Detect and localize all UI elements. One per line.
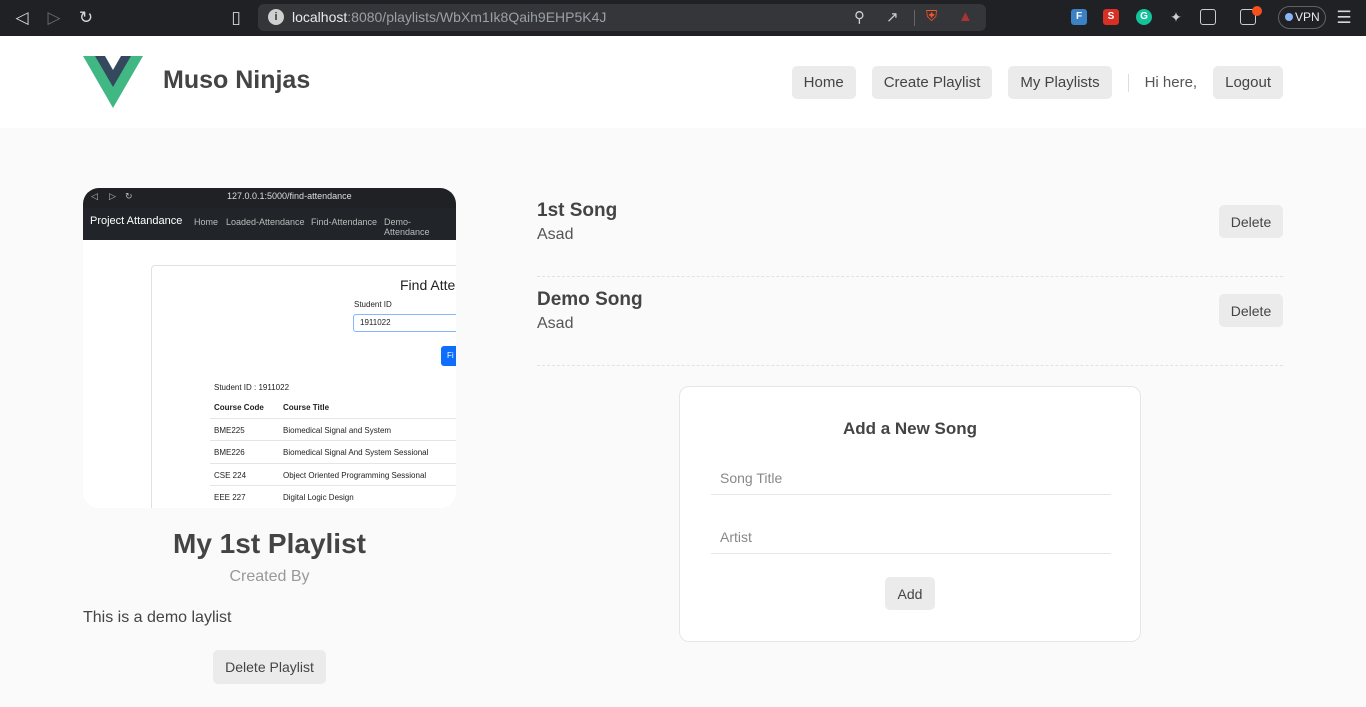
address-bar[interactable]: i localhost:8080/playlists/WbXm1Ik8Qaih9…	[258, 4, 986, 31]
cover-student-label: Student ID	[354, 300, 392, 309]
cover-cell: CSE 224	[214, 471, 247, 480]
cover-cell: EEE 227	[214, 493, 246, 502]
delete-song-button[interactable]: Delete	[1219, 294, 1283, 327]
cover-nav-item: Loaded-Attendance	[226, 217, 305, 227]
add-song-form: Add a New Song Add	[679, 386, 1141, 642]
song-list: 1st Song Asad Delete Demo Song Asad Dele…	[537, 188, 1283, 366]
extension-red-icon[interactable]: S	[1103, 9, 1119, 25]
cover-browser-bar: ◁ ▷ ↻ 127.0.0.1:5000/find-attendance	[83, 188, 456, 208]
cover-col-code: Course Code	[214, 403, 264, 412]
cover-nav-item: Find-Attendance	[311, 217, 378, 227]
vpn-button[interactable]: VPN	[1278, 6, 1326, 29]
bookmark-icon[interactable]: ▯	[226, 8, 246, 28]
delete-song-button[interactable]: Delete	[1219, 205, 1283, 238]
nav-my-playlists-button[interactable]: My Playlists	[1008, 66, 1112, 99]
notification-dot-icon	[1252, 6, 1262, 16]
cover-nav-item: Demo-Attendance	[384, 217, 430, 237]
cover-cell: Biomedical Signal And System Sessional	[283, 448, 429, 457]
extensions-puzzle-icon[interactable]: ✦	[1168, 9, 1184, 25]
cover-site-nav: Project Attandance Home Loaded-Attendanc…	[83, 208, 456, 240]
key-icon[interactable]: ⚲	[854, 8, 865, 26]
site-brand[interactable]: Muso Ninjas	[163, 66, 310, 95]
cover-find-button: Fi	[441, 346, 456, 366]
cover-cell: Biomedical Signal and System	[283, 426, 392, 435]
grammarly-icon[interactable]: G	[1136, 9, 1152, 25]
cover-student-input: 1911022	[353, 314, 456, 332]
site-navbar: Muso Ninjas Home Create Playlist My Play…	[0, 36, 1366, 128]
song-artist: Asad	[537, 315, 574, 332]
cover-nav-item: Home	[194, 217, 219, 227]
cover-reload-icon: ↻	[125, 191, 133, 201]
menu-icon[interactable]: ☰	[1334, 8, 1354, 28]
brave-rewards-icon[interactable]: ▲	[958, 8, 973, 25]
cover-row-divider	[210, 463, 456, 464]
add-song-button[interactable]: Add	[885, 577, 935, 610]
cover-cell: BME226	[214, 448, 245, 457]
cover-student-line: Student ID : 1911022	[214, 383, 290, 392]
cover-row-divider	[210, 485, 456, 486]
cover-cell: Digital Logic Design	[283, 493, 354, 502]
nav-divider	[1127, 73, 1129, 92]
share-icon[interactable]: ↗	[886, 8, 899, 26]
site-info-icon[interactable]: i	[268, 9, 284, 25]
back-icon[interactable]: ◁	[12, 8, 32, 28]
song-title-input[interactable]	[711, 461, 1111, 495]
forward-icon[interactable]: ▷	[44, 8, 64, 28]
cover-site-title: Project Attandance	[90, 215, 183, 227]
song-item: 1st Song Asad Delete	[537, 188, 1283, 277]
url-text[interactable]: localhost:8080/playlists/WbXm1Ik8Qaih9EH…	[292, 9, 606, 25]
playlist-created-by: Created By	[229, 568, 310, 585]
nav-home-button[interactable]: Home	[791, 66, 856, 99]
cover-row-divider	[210, 418, 456, 419]
cover-cell: Object Oriented Programming Sessional	[283, 471, 427, 480]
delete-playlist-button[interactable]: Delete Playlist	[213, 650, 326, 684]
playlist-cover-image: ◁ ▷ ↻ 127.0.0.1:5000/find-attendance Pro…	[83, 188, 456, 508]
logout-button[interactable]: Logout	[1213, 66, 1283, 99]
add-song-heading: Add a New Song	[842, 419, 978, 438]
playlist-title: My 1st Playlist	[173, 528, 366, 559]
reload-icon[interactable]: ↻	[76, 8, 96, 28]
cover-heading: Find Atte	[400, 277, 456, 293]
nav-links: Home Create Playlist My Playlists Hi her…	[776, 66, 1283, 99]
vue-logo-icon[interactable]	[83, 56, 143, 108]
cover-row-divider	[210, 440, 456, 441]
cover-url: 127.0.0.1:5000/find-attendance	[227, 191, 352, 201]
cover-back-icon: ◁	[91, 191, 98, 201]
playlist-description: This is a demo laylist	[83, 609, 232, 626]
cover-col-title: Course Title	[283, 403, 330, 412]
song-item: Demo Song Asad Delete	[537, 277, 1283, 366]
omnibox-divider	[914, 10, 915, 26]
sidebar-icon[interactable]	[1200, 9, 1216, 25]
user-greeting: Hi here,	[1144, 74, 1198, 91]
brave-shield-icon[interactable]: ⛨	[926, 8, 937, 25]
song-title: Demo Song	[537, 289, 643, 310]
nav-create-playlist-button[interactable]: Create Playlist	[871, 66, 993, 99]
song-artist: Asad	[537, 226, 574, 243]
artist-input[interactable]	[711, 520, 1111, 554]
cover-forward-icon: ▷	[109, 191, 116, 201]
song-title: 1st Song	[537, 200, 618, 221]
extension-fi-icon[interactable]: F	[1071, 9, 1087, 25]
cover-cell: BME225	[214, 426, 245, 435]
browser-toolbar: ◁ ▷ ↻ ▯ i localhost:8080/playlists/WbXm1…	[0, 0, 1366, 36]
